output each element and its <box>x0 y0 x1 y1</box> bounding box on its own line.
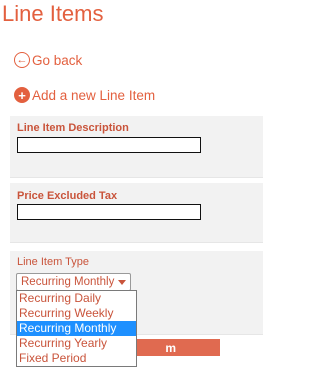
type-option-yearly[interactable]: Recurring Yearly <box>17 336 136 351</box>
type-dropdown-list: Recurring Daily Recurring Weekly Recurri… <box>16 290 137 367</box>
price-input[interactable] <box>17 204 201 220</box>
caret-down-icon <box>118 279 127 285</box>
type-select-value: Recurring Monthly <box>21 276 115 288</box>
price-label: Price Excluded Tax <box>17 190 118 202</box>
arrow-left-circle-icon: ← <box>14 52 30 68</box>
go-back-link[interactable]: ← Go back <box>14 52 82 68</box>
description-input[interactable] <box>17 137 201 153</box>
type-option-weekly[interactable]: Recurring Weekly <box>17 306 136 321</box>
plus-circle-icon: + <box>14 87 30 103</box>
price-card: Price Excluded Tax <box>10 183 263 243</box>
type-select[interactable]: Recurring Monthly <box>16 273 132 291</box>
description-label: Line Item Description <box>17 122 129 134</box>
add-line-item-link[interactable]: + Add a new Line Item <box>14 87 155 103</box>
type-label: Line Item Type <box>17 256 89 268</box>
page-title: Line Items <box>2 1 104 26</box>
go-back-label: Go back <box>32 52 83 68</box>
description-card: Line Item Description <box>10 116 263 178</box>
type-option-fixed-period[interactable]: Fixed Period <box>17 351 136 366</box>
add-line-item-label: Add a new Line Item <box>32 87 156 103</box>
type-option-monthly[interactable]: Recurring Monthly <box>17 321 136 336</box>
type-option-daily[interactable]: Recurring Daily <box>17 291 136 306</box>
submit-label: m <box>165 340 176 355</box>
